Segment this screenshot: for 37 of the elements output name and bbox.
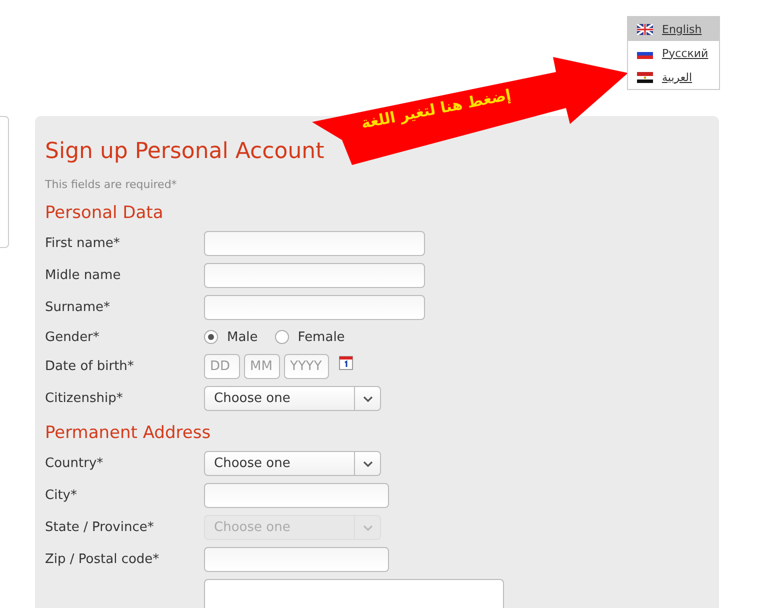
flag-icon — [637, 24, 653, 34]
date-field[interactable]: MM — [244, 354, 280, 379]
chevron-down-icon — [362, 524, 372, 530]
text-field[interactable] — [204, 295, 425, 320]
required-note: This fields are required* — [45, 178, 178, 191]
field-label: Country* — [45, 456, 104, 471]
text-field[interactable] — [204, 547, 389, 572]
radio-label: Female — [298, 330, 345, 344]
callout-text: إضغط هنا لتغير اللغة — [360, 86, 512, 132]
chevron-down-icon — [362, 396, 372, 402]
select-field[interactable]: Choose one — [204, 451, 381, 476]
flag-icon — [637, 72, 653, 82]
field-label: Surname* — [45, 300, 111, 315]
form-title: Sign up Personal Account — [45, 138, 326, 166]
select-field[interactable]: Choose one — [204, 386, 381, 411]
date-field[interactable]: DD — [204, 354, 240, 379]
chevron-down-icon — [362, 460, 372, 466]
date-field[interactable]: YYYY — [284, 354, 329, 379]
field-label: Date of birth* — [45, 359, 135, 374]
radio-button[interactable] — [204, 330, 218, 344]
text-field[interactable] — [204, 231, 425, 256]
section-heading: Permanent Address — [45, 422, 212, 445]
field-label: Gender* — [45, 330, 100, 344]
field-label: Citizenship* — [45, 391, 124, 406]
radio-label: Male — [227, 330, 258, 344]
text-area[interactable] — [204, 579, 504, 608]
field-label: First name* — [45, 236, 121, 251]
field-label: State / Province* — [45, 520, 155, 535]
field-label: Zip / Postal code* — [45, 552, 160, 567]
field-label: Midle name — [45, 268, 122, 283]
radio-button[interactable] — [274, 330, 289, 344]
field-label: City* — [45, 488, 78, 503]
language-link[interactable]: English — [628, 17, 719, 41]
section-heading: Personal Data — [45, 202, 164, 225]
text-field[interactable] — [204, 263, 425, 288]
calendar-icon[interactable] — [339, 356, 353, 370]
text-field[interactable] — [204, 483, 389, 508]
